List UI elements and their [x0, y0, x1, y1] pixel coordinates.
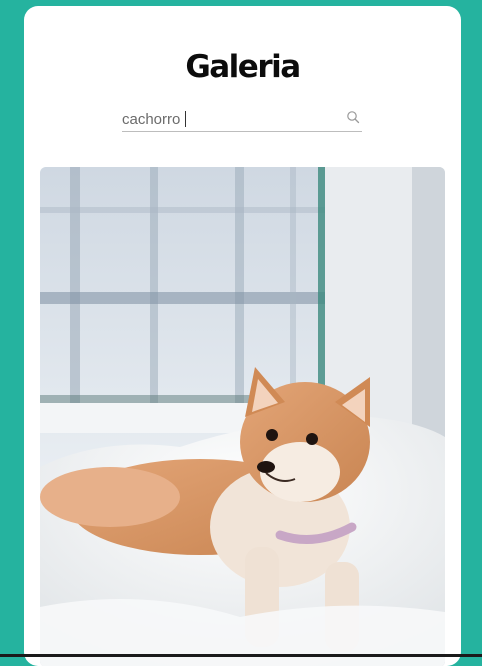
gallery-image[interactable]	[40, 167, 445, 666]
gallery-card: Galeria	[24, 6, 461, 666]
text-cursor	[185, 111, 186, 127]
search-bar	[122, 107, 362, 132]
search-icon[interactable]	[346, 110, 360, 124]
search-input[interactable]	[122, 108, 332, 130]
page-title: Galeria	[185, 49, 301, 85]
